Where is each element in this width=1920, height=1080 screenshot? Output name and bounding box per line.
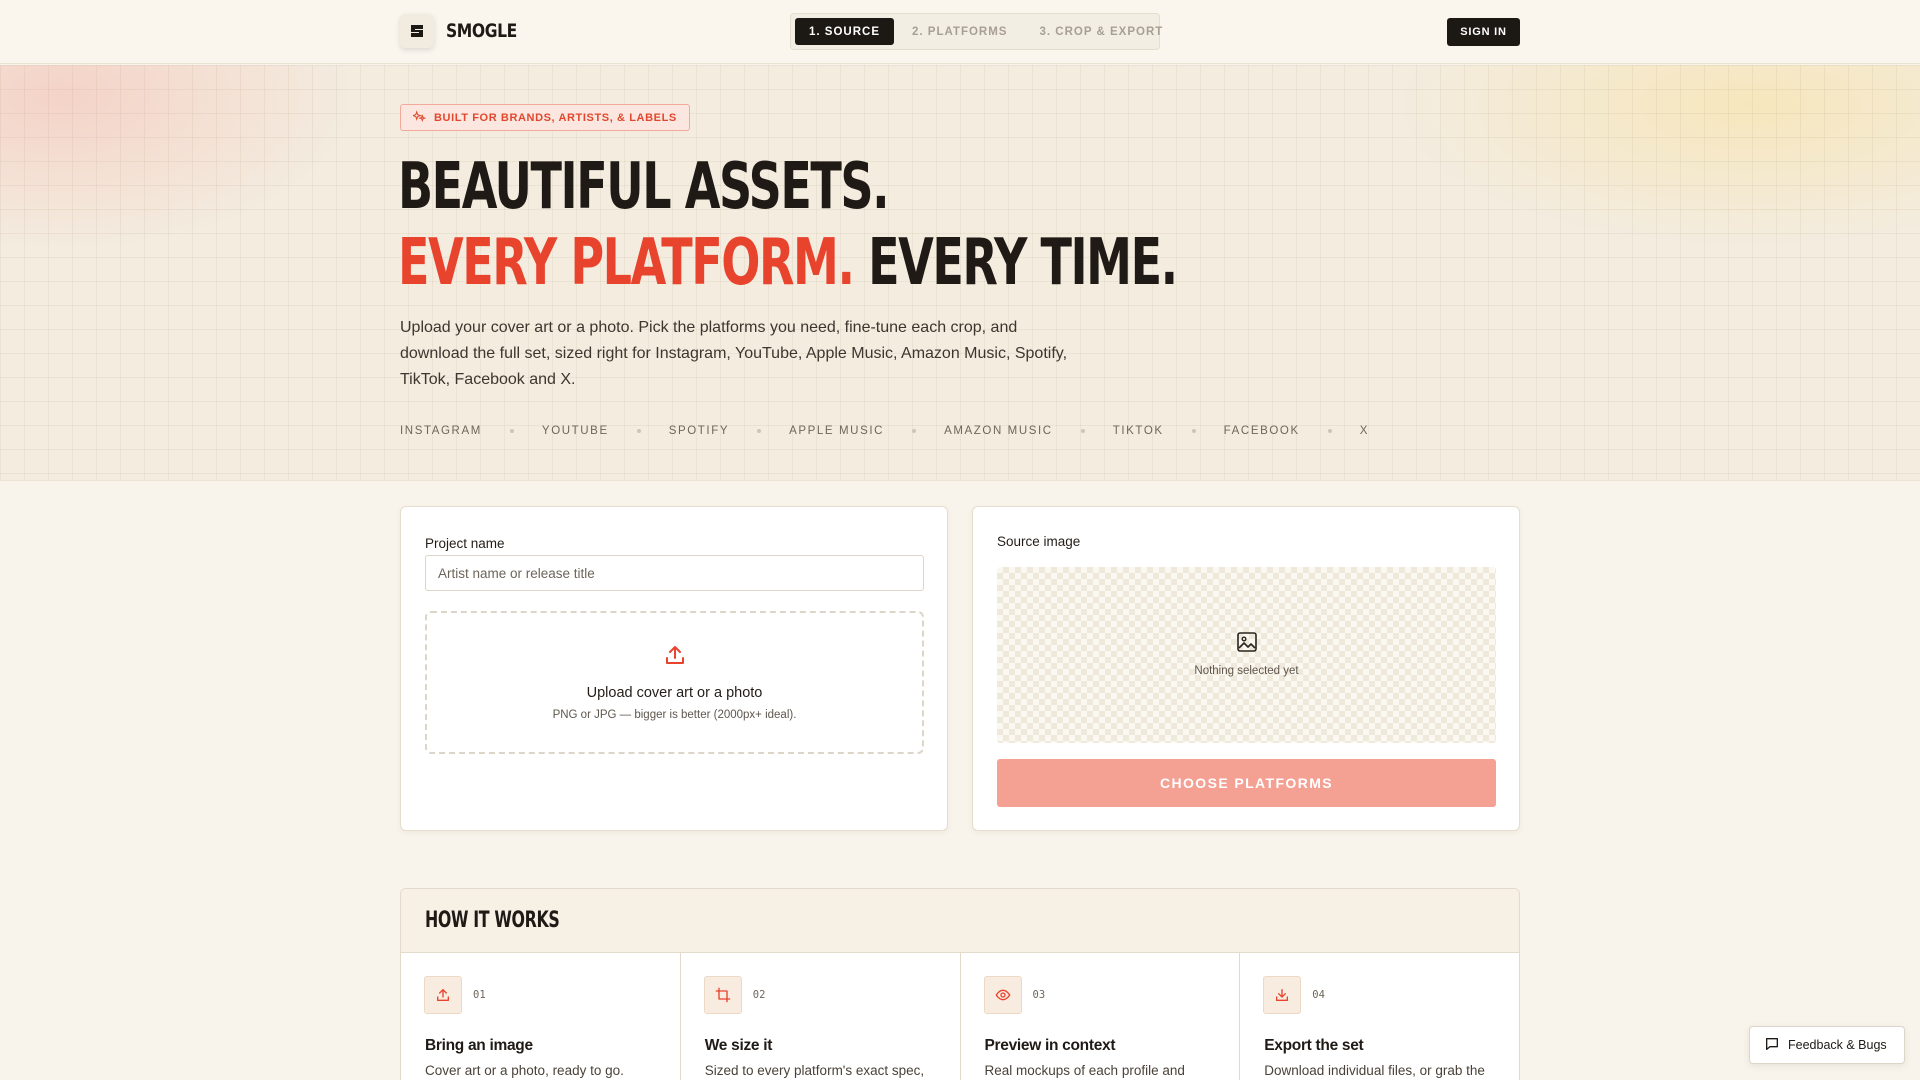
how-it-works-title: HOW IT WORKS	[425, 908, 560, 933]
how-step: 02 We size it Sized to every platform's …	[681, 953, 961, 1080]
download-icon	[1263, 976, 1302, 1014]
logo-mark-icon	[400, 14, 434, 48]
source-preview: Nothing selected yet	[997, 567, 1496, 743]
sparkle-icon	[411, 109, 427, 126]
brand-name: SMOGLE	[446, 20, 517, 42]
step-number: 02	[752, 989, 766, 1001]
platform-list: INSTAGRAM YOUTUBE SPOTIFY APPLE MUSIC AM…	[400, 425, 1369, 437]
upload-title: Upload cover art or a photo	[586, 685, 763, 701]
platform-item: SPOTIFY	[668, 425, 730, 437]
chat-icon	[1764, 1036, 1780, 1055]
step-tabs: 1. SOURCE 2. PLATFORMS 3. CROP & EXPORT	[790, 13, 1162, 50]
sign-in-button[interactable]: SIGN IN	[1447, 18, 1520, 46]
how-step: 04 Export the set Download individual fi…	[1240, 953, 1519, 1080]
platform-item: INSTAGRAM	[400, 425, 482, 437]
platform-item: X	[1359, 425, 1370, 437]
separator-dot	[509, 429, 514, 433]
feedback-label: Feedback & Bugs	[1788, 1038, 1887, 1052]
hero-description: Upload your cover art or a photo. Pick t…	[400, 319, 1068, 388]
top-bar: SMOGLE 1. SOURCE 2. PLATFORMS 3. CROP & …	[0, 0, 1920, 64]
empty-preview-text: Nothing selected yet	[1194, 665, 1299, 677]
project-name-label: Project name	[425, 536, 505, 551]
audience-badge: BUILT FOR BRANDS, ARTISTS, & LABELS	[400, 104, 690, 131]
feedback-button[interactable]: Feedback & Bugs	[1749, 1026, 1905, 1064]
hero-headline: BEAUTIFUL ASSETS. EVERY PLATFORM. EVERY …	[398, 149, 1178, 301]
hero-section: BUILT FOR BRANDS, ARTISTS, & LABELS BEAU…	[0, 65, 1920, 481]
project-card: Project name Upload cover art or a photo…	[400, 506, 948, 831]
step-description: Cover art or a photo, ready to go.	[425, 1063, 624, 1078]
step-title: Preview in context	[984, 1037, 1116, 1054]
step-description: Sized to every platform's exact spec,	[704, 1063, 925, 1078]
headline-tail: EVERY TIME.	[868, 226, 1178, 300]
badge-text: BUILT FOR BRANDS, ARTISTS, & LABELS	[434, 111, 677, 124]
how-it-works-section: HOW IT WORKS 01 Bring an image Cover art…	[400, 888, 1520, 1080]
headline-line-1: BEAUTIFUL ASSETS.	[398, 150, 890, 224]
step-description: Download individual files, or grab the	[1264, 1063, 1485, 1078]
platform-item: TIKTOK	[1112, 425, 1164, 437]
separator-dot	[636, 429, 641, 433]
how-it-works-header: HOW IT WORKS	[401, 889, 1519, 953]
project-name-input[interactable]	[425, 555, 924, 591]
step-title: Export the set	[1264, 1037, 1364, 1054]
choose-platforms-button[interactable]: CHOOSE PLATFORMS	[997, 759, 1496, 807]
source-image-label: Source image	[997, 534, 1081, 549]
platform-item: APPLE MUSIC	[789, 425, 885, 437]
how-step: 01 Bring an image Cover art or a photo, …	[401, 953, 681, 1080]
separator-dot	[912, 429, 917, 433]
step-number: 01	[473, 989, 486, 1001]
tab-platforms[interactable]: 2. PLATFORMS	[898, 18, 1021, 45]
step-title: Bring an image	[425, 1037, 533, 1054]
tab-crop-export[interactable]: 3. CROP & EXPORT	[1025, 18, 1177, 45]
platform-item: FACEBOOK	[1223, 425, 1300, 437]
brand-logo[interactable]: SMOGLE	[400, 14, 532, 48]
eye-icon	[983, 976, 1022, 1014]
step-number: 03	[1032, 989, 1046, 1001]
step-description: Real mockups of each profile and	[984, 1063, 1185, 1078]
separator-dot	[1191, 429, 1196, 433]
upload-hint: PNG or JPG — bigger is better (2000px+ i…	[552, 709, 797, 721]
image-icon	[1236, 631, 1258, 658]
separator-dot	[757, 429, 762, 433]
upload-dropzone[interactable]: Upload cover art or a photo PNG or JPG —…	[425, 611, 924, 754]
source-card: Source image Nothing selected yet CHOOSE…	[972, 506, 1520, 831]
crop-icon	[703, 976, 742, 1014]
upload-icon	[424, 976, 462, 1014]
step-title: We size it	[704, 1037, 773, 1054]
step-number: 04	[1312, 989, 1325, 1001]
separator-dot	[1080, 429, 1085, 433]
upload-icon	[663, 643, 687, 672]
headline-accent: EVERY PLATFORM.	[398, 226, 855, 300]
platform-item: YOUTUBE	[541, 425, 609, 437]
separator-dot	[1327, 429, 1332, 433]
platform-item: AMAZON MUSIC	[944, 425, 1053, 437]
how-step: 03 Preview in context Real mockups of ea…	[961, 953, 1241, 1080]
tab-source[interactable]: 1. SOURCE	[795, 18, 894, 45]
